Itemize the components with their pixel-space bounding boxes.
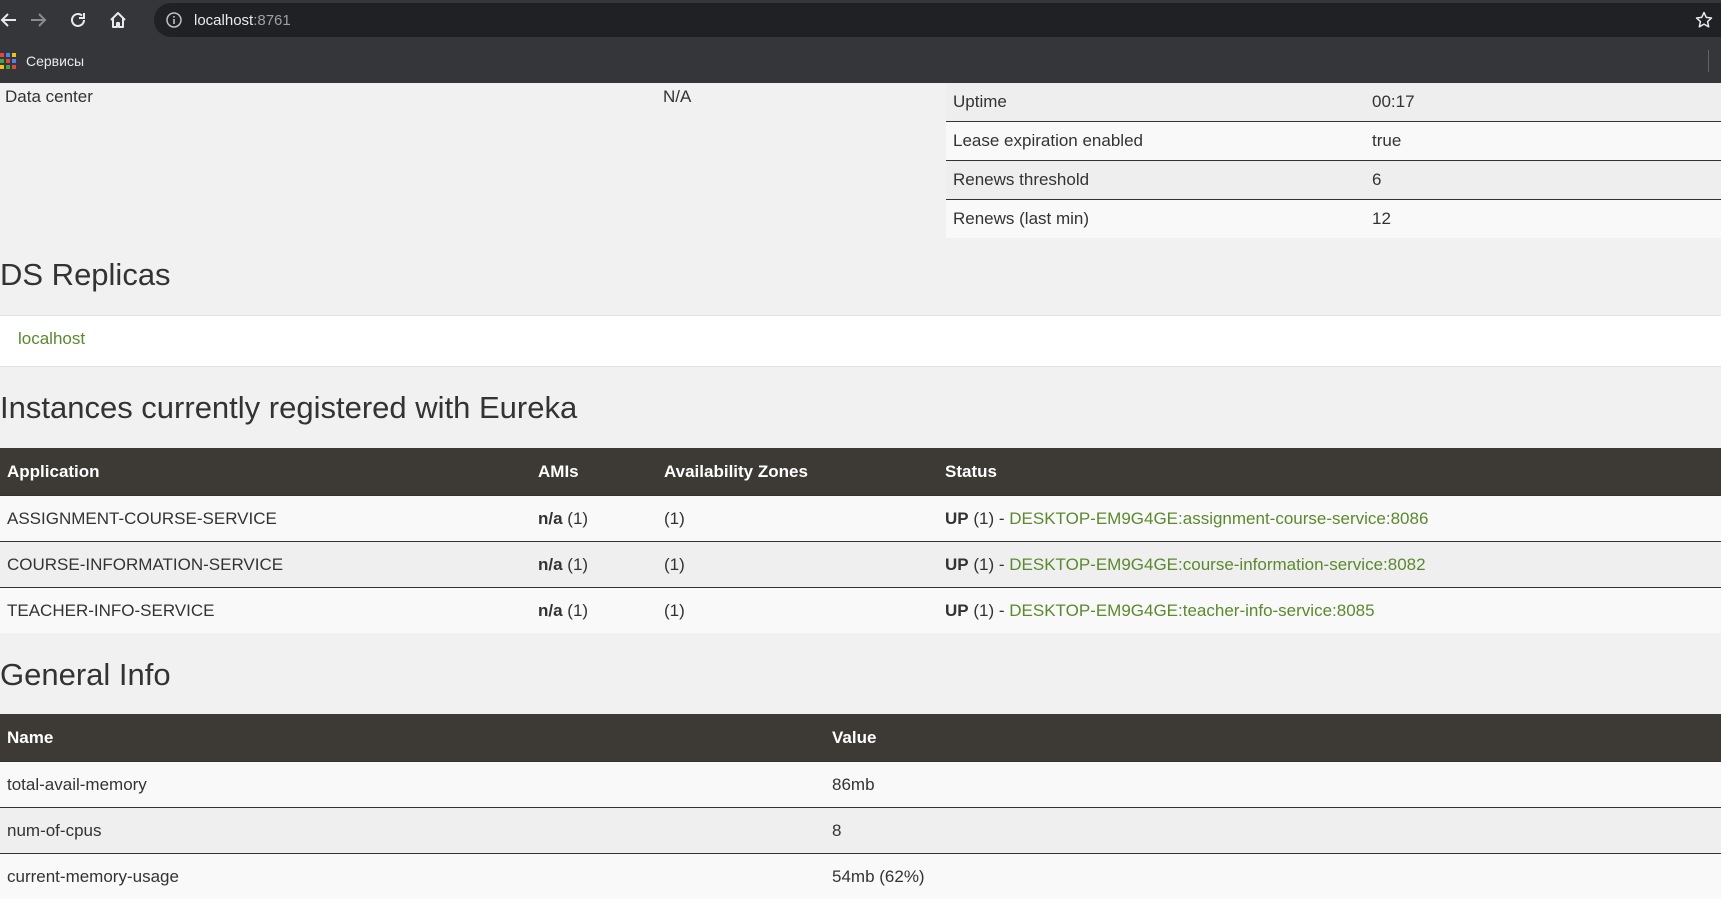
data-center-value: N/A — [663, 87, 691, 107]
table-row: total-avail-memory 86mb — [0, 762, 1721, 808]
status-count: (1) - — [969, 601, 1010, 620]
status-count: (1) - — [969, 555, 1010, 574]
back-icon — [0, 11, 18, 29]
table-header-row: Name Value — [0, 714, 1721, 762]
table-row: num-of-cpus 8 — [0, 808, 1721, 854]
status-key: Uptime — [946, 83, 1365, 122]
eureka-dashboard: Data center N/A Uptime00:17 Lease expira… — [0, 83, 1721, 234]
ami-count: (1) — [563, 509, 589, 528]
info-value: 8 — [825, 808, 1721, 854]
status-row: Renews (last min)12 — [946, 200, 1721, 239]
status-value: 6 — [1365, 161, 1721, 200]
ami-cell: n/a (1) — [531, 588, 657, 634]
zones-cell: (1) — [657, 496, 938, 542]
column-header-name: Name — [0, 714, 825, 762]
bookmarks-bar: Сервисы — [0, 46, 1721, 76]
table-row: TEACHER-INFO-SERVICE n/a (1) (1) UP (1) … — [0, 588, 1721, 634]
instance-link[interactable]: DESKTOP-EM9G4GE:teacher-info-service:808… — [1009, 601, 1374, 620]
status-key: Renews threshold — [946, 161, 1365, 200]
ami-cell: n/a (1) — [531, 496, 657, 542]
application-name: ASSIGNMENT-COURSE-SERVICE — [0, 496, 531, 542]
info-icon[interactable] — [166, 12, 182, 28]
zones-cell: (1) — [657, 588, 938, 634]
reload-icon — [69, 11, 87, 29]
ds-replicas-title: DS Replicas — [0, 257, 171, 293]
general-info-table: Name Value total-avail-memory 86mb num-o… — [0, 714, 1721, 899]
status-cell: UP (1) - DESKTOP-EM9G4GE:course-informat… — [938, 542, 1721, 588]
status-row: Uptime00:17 — [946, 83, 1721, 122]
table-row: ASSIGNMENT-COURSE-SERVICE n/a (1) (1) UP… — [0, 496, 1721, 542]
ami-value: n/a — [538, 555, 563, 574]
application-name: COURSE-INFORMATION-SERVICE — [0, 542, 531, 588]
zones-cell: (1) — [657, 542, 938, 588]
ami-value: n/a — [538, 601, 563, 620]
table-header-row: Application AMIs Availability Zones Stat… — [0, 448, 1721, 496]
status-count: (1) - — [969, 509, 1010, 528]
apps-icon[interactable] — [0, 53, 16, 69]
address-bar[interactable]: localhost:8761 — [154, 3, 1721, 37]
browser-chrome: localhost:8761 Сервисы — [0, 0, 1721, 83]
instance-link[interactable]: DESKTOP-EM9G4GE:assignment-course-servic… — [1009, 509, 1428, 528]
info-name: current-memory-usage — [0, 854, 825, 899]
home-button[interactable] — [98, 0, 138, 40]
info-name: total-avail-memory — [0, 762, 825, 808]
url-host: localhost — [194, 12, 253, 29]
status-key: Renews (last min) — [946, 200, 1365, 239]
data-center-label: Data center — [5, 87, 93, 107]
status-cell: UP (1) - DESKTOP-EM9G4GE:teacher-info-se… — [938, 588, 1721, 634]
status-table: Uptime00:17 Lease expiration enabledtrue… — [946, 83, 1721, 238]
column-header-zones: Availability Zones — [657, 448, 938, 496]
status-up: UP — [945, 555, 969, 574]
status-row: Lease expiration enabledtrue — [946, 122, 1721, 161]
star-icon[interactable] — [1695, 11, 1713, 29]
status-up: UP — [945, 601, 969, 620]
instances-table: Application AMIs Availability Zones Stat… — [0, 448, 1721, 633]
column-header-status: Status — [938, 448, 1721, 496]
application-name: TEACHER-INFO-SERVICE — [0, 588, 531, 634]
general-info-title: General Info — [0, 657, 171, 693]
home-icon — [109, 11, 127, 29]
bookmarks-divider — [1708, 50, 1709, 72]
forward-icon — [29, 11, 47, 29]
status-value: 12 — [1365, 200, 1721, 239]
info-name: num-of-cpus — [0, 808, 825, 854]
back-button[interactable] — [0, 0, 18, 40]
table-row: COURSE-INFORMATION-SERVICE n/a (1) (1) U… — [0, 542, 1721, 588]
status-value: 00:17 — [1365, 83, 1721, 122]
status-up: UP — [945, 509, 969, 528]
bookmark-services[interactable]: Сервисы — [26, 53, 84, 69]
info-value: 86mb — [825, 762, 1721, 808]
ami-cell: n/a (1) — [531, 542, 657, 588]
url-port: :8761 — [253, 12, 291, 29]
instance-link[interactable]: DESKTOP-EM9G4GE:course-information-servi… — [1009, 555, 1425, 574]
ami-count: (1) — [563, 555, 589, 574]
status-row: Renews threshold6 — [946, 161, 1721, 200]
status-key: Lease expiration enabled — [946, 122, 1365, 161]
ami-count: (1) — [563, 601, 589, 620]
info-value: 54mb (62%) — [825, 854, 1721, 899]
system-status-section: Data center N/A Uptime00:17 Lease expira… — [0, 83, 1721, 234]
ami-value: n/a — [538, 509, 563, 528]
ds-replicas-list: localhost — [0, 315, 1721, 367]
forward-button[interactable] — [18, 0, 58, 40]
table-row: current-memory-usage 54mb (62%) — [0, 854, 1721, 899]
replica-link[interactable]: localhost — [18, 329, 85, 349]
column-header-application: Application — [0, 448, 531, 496]
reload-button[interactable] — [58, 0, 98, 40]
status-value: true — [1365, 122, 1721, 161]
column-header-value: Value — [825, 714, 1721, 762]
status-cell: UP (1) - DESKTOP-EM9G4GE:assignment-cour… — [938, 496, 1721, 542]
column-header-amis: AMIs — [531, 448, 657, 496]
instances-title: Instances currently registered with Eure… — [0, 390, 577, 426]
